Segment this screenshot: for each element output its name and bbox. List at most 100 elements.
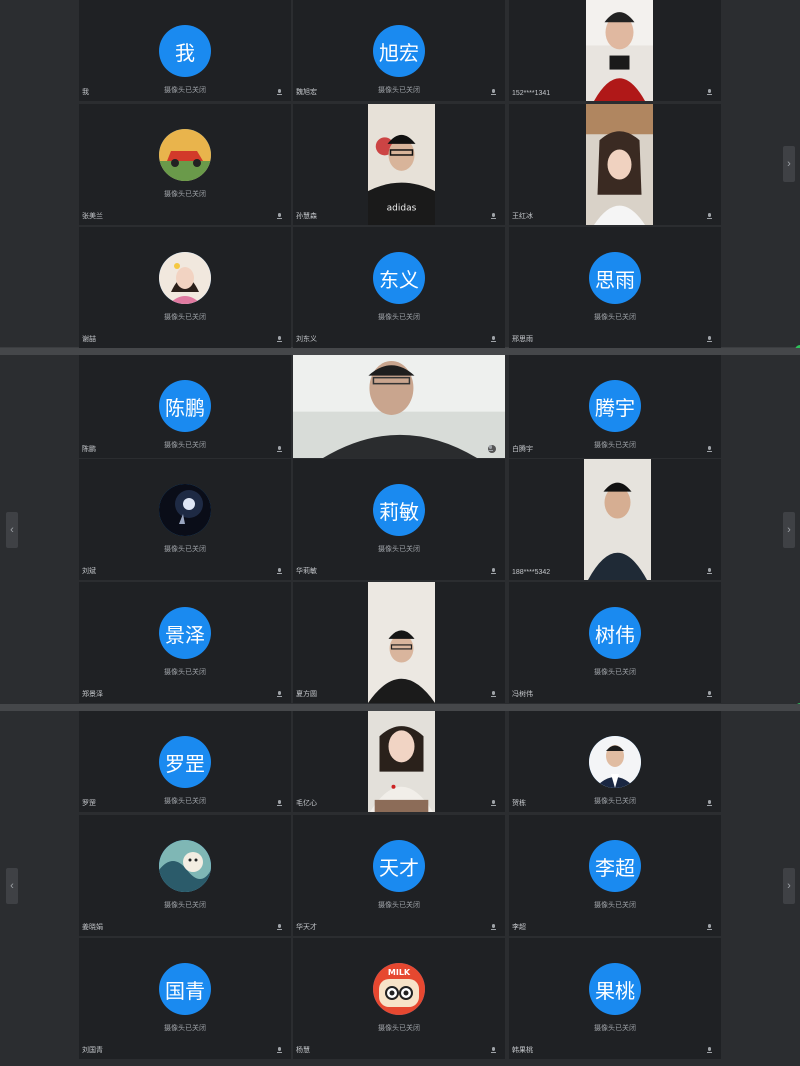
mic-icon xyxy=(277,924,282,931)
participant-name: 冯树伟 xyxy=(512,691,533,698)
participant-tile[interactable]: 景泽 摄像头已关闭 郑景泽 xyxy=(79,582,291,703)
participant-grid: 陈鹏 摄像头已关闭 陈鹏 腾宇 摄像头已关闭 白腾宇 摄像头已关闭 刘斌 莉敏 摄像头已关闭 华莉敏… xyxy=(79,355,724,705)
participant-tile[interactable]: 东义 摄像头已关闭 刘东义 xyxy=(293,227,505,348)
mic-icon xyxy=(277,800,282,807)
participant-tile[interactable]: 陈鹏 摄像头已关闭 陈鹏 xyxy=(79,355,291,458)
avatar-image xyxy=(159,129,211,181)
participant-tile[interactable]: 摄像头已关闭 谢喆 xyxy=(79,227,291,348)
participant-tile[interactable]: 夏方圆 xyxy=(293,582,505,703)
participant-tile[interactable]: 果桃 摄像头已关闭 韩果桃 xyxy=(509,938,721,1059)
mic-icon xyxy=(707,89,712,96)
camera-off-status: 摄像头已关闭 xyxy=(164,798,206,805)
mic-icon xyxy=(707,1047,712,1054)
participant-name: 孙慧森 xyxy=(296,213,317,220)
participant-name: 华莉敏 xyxy=(296,568,317,575)
participant-tile[interactable]: 旭宏摄像头已关闭 魏旭宏 xyxy=(293,0,505,101)
avatar: 树伟 xyxy=(589,607,641,659)
participant-tile[interactable]: 188****5342 xyxy=(509,459,721,580)
avatar: 罗罡 xyxy=(159,736,211,788)
next-page-button[interactable]: › xyxy=(783,512,795,548)
participant-name: 188****5342 xyxy=(512,569,551,576)
camera-off-status: 摄像头已关闭 xyxy=(378,314,420,321)
mic-icon xyxy=(491,336,496,343)
camera-off-status: 摄像头已关闭 xyxy=(594,1025,636,1032)
participant-tile[interactable]: 腾宇 摄像头已关闭 白腾宇 xyxy=(509,355,721,458)
prev-page-button[interactable]: ‹ xyxy=(6,868,18,904)
camera-off-status: 摄像头已关闭 xyxy=(378,1025,420,1032)
mic-icon xyxy=(707,213,712,220)
participant-name: 刘国青 xyxy=(82,1047,103,1054)
participant-tile[interactable]: 莉敏 摄像头已关闭 华莉敏 xyxy=(293,459,505,580)
camera-off-status: 摄像头已关闭 xyxy=(594,314,636,321)
participant-name: 张美兰 xyxy=(82,213,103,220)
participant-tile[interactable]: 毛亿心 xyxy=(293,711,505,812)
mic-icon xyxy=(277,446,282,453)
mic-icon xyxy=(707,691,712,698)
avatar: 景泽 xyxy=(159,607,211,659)
camera-off-status: 摄像头已关闭 xyxy=(164,1025,206,1032)
prev-page-button[interactable]: ‹ xyxy=(6,512,18,548)
avatar: 李超 xyxy=(589,840,641,892)
next-page-button[interactable]: › xyxy=(783,146,795,182)
participant-name: 华天才 xyxy=(296,924,317,931)
mic-icon xyxy=(277,691,282,698)
participant-tile[interactable]: adidas 孙慧森 xyxy=(293,104,505,225)
participant-name: 刘斌 xyxy=(82,568,96,575)
participant-tile[interactable]: 罗罡 摄像头已关闭 罗罡 xyxy=(79,711,291,812)
mic-icon xyxy=(491,924,496,931)
camera-off-status: 摄像头已关闭 xyxy=(164,191,206,198)
gallery-page-2: 陈鹏 摄像头已关闭 陈鹏 腾宇 摄像头已关闭 白腾宇 摄像头已关闭 刘斌 莉敏 摄像头已关闭 华莉敏… xyxy=(0,355,800,713)
participant-name: 我 xyxy=(82,89,89,96)
participant-tile[interactable]: MILK 摄像头已关闭杨慧 xyxy=(293,938,505,1059)
gallery-page-3: 罗罡 摄像头已关闭 罗罡 毛亿心 摄像头已关闭 贺栋 摄像头已关闭 姜晓娟 天才 摄像头已关闭 华天… xyxy=(0,711,800,1060)
mic-icon xyxy=(491,568,496,575)
participant-name: 毛亿心 xyxy=(296,800,317,807)
page-divider xyxy=(0,704,800,711)
participant-name: 李超 xyxy=(512,924,526,931)
video-feed xyxy=(584,459,651,580)
svg-text:MILK: MILK xyxy=(388,968,411,977)
video-feed xyxy=(368,582,435,703)
mic-icon xyxy=(277,568,282,575)
mic-icon xyxy=(277,1047,282,1054)
svg-text:adidas: adidas xyxy=(387,203,417,213)
participant-tile[interactable]: 王红冰 xyxy=(509,104,721,225)
next-page-button[interactable]: › xyxy=(783,868,795,904)
participant-tile[interactable] xyxy=(293,355,505,458)
page-divider xyxy=(0,348,800,355)
participant-tile[interactable]: 摄像头已关闭张美兰 xyxy=(79,104,291,225)
camera-off-status: 摄像头已关闭 xyxy=(378,87,420,94)
participant-tile[interactable]: 摄像头已关闭 贺栋 xyxy=(509,711,721,812)
participant-name: 谢喆 xyxy=(82,336,96,343)
participant-name: 杨慧 xyxy=(296,1047,310,1054)
video-feed xyxy=(368,711,435,812)
participant-grid: 罗罡 摄像头已关闭 罗罡 毛亿心 摄像头已关闭 贺栋 摄像头已关闭 姜晓娟 天才 摄像头已关闭 华天… xyxy=(79,711,724,1060)
participant-tile[interactable]: 摄像头已关闭 刘斌 xyxy=(79,459,291,580)
participant-tile[interactable]: 我摄像头已关闭我 xyxy=(79,0,291,101)
participant-name: 魏旭宏 xyxy=(296,89,317,96)
participant-grid: 我摄像头已关闭我旭宏 摄像头已关闭 魏旭宏 152****1341 摄像头已关闭 张美兰 a… xyxy=(79,0,724,348)
video-feed xyxy=(586,0,653,101)
gallery-page-1: 我摄像头已关闭我旭宏 摄像头已关闭 魏旭宏 152****1341 摄像头已关闭 张美兰 a… xyxy=(0,0,800,355)
camera-off-status: 摄像头已关闭 xyxy=(594,669,636,676)
participant-tile[interactable]: 摄像头已关闭 姜晓娟 xyxy=(79,815,291,936)
avatar-image xyxy=(589,736,641,788)
video-feed xyxy=(586,104,653,225)
participant-tile[interactable]: 李超 摄像头已关闭 李超 xyxy=(509,815,721,936)
avatar: 果桃 xyxy=(589,963,641,1015)
avatar: 旭宏 xyxy=(373,25,425,77)
mic-icon xyxy=(277,336,282,343)
participant-name: 邢思雨 xyxy=(512,336,533,343)
camera-off-status: 摄像头已关闭 xyxy=(164,442,206,449)
participant-tile[interactable]: 天才 摄像头已关闭 华天才 xyxy=(293,815,505,936)
avatar: 陈鹏 xyxy=(159,380,211,432)
participant-tile[interactable]: 树伟摄像头已关闭冯树伟 xyxy=(509,582,721,703)
participant-tile[interactable]: 思雨 摄像头已关闭 邢思雨 xyxy=(509,227,721,348)
video-feed: adidas xyxy=(368,104,435,225)
participant-tile[interactable]: 国青 摄像头已关闭 刘国青 xyxy=(79,938,291,1059)
participant-tile[interactable]: 152****1341 xyxy=(509,0,721,101)
participant-name: 罗罡 xyxy=(82,800,96,807)
mic-icon xyxy=(707,924,712,931)
video-feed xyxy=(293,355,505,458)
participant-name: 姜晓娟 xyxy=(82,924,103,931)
